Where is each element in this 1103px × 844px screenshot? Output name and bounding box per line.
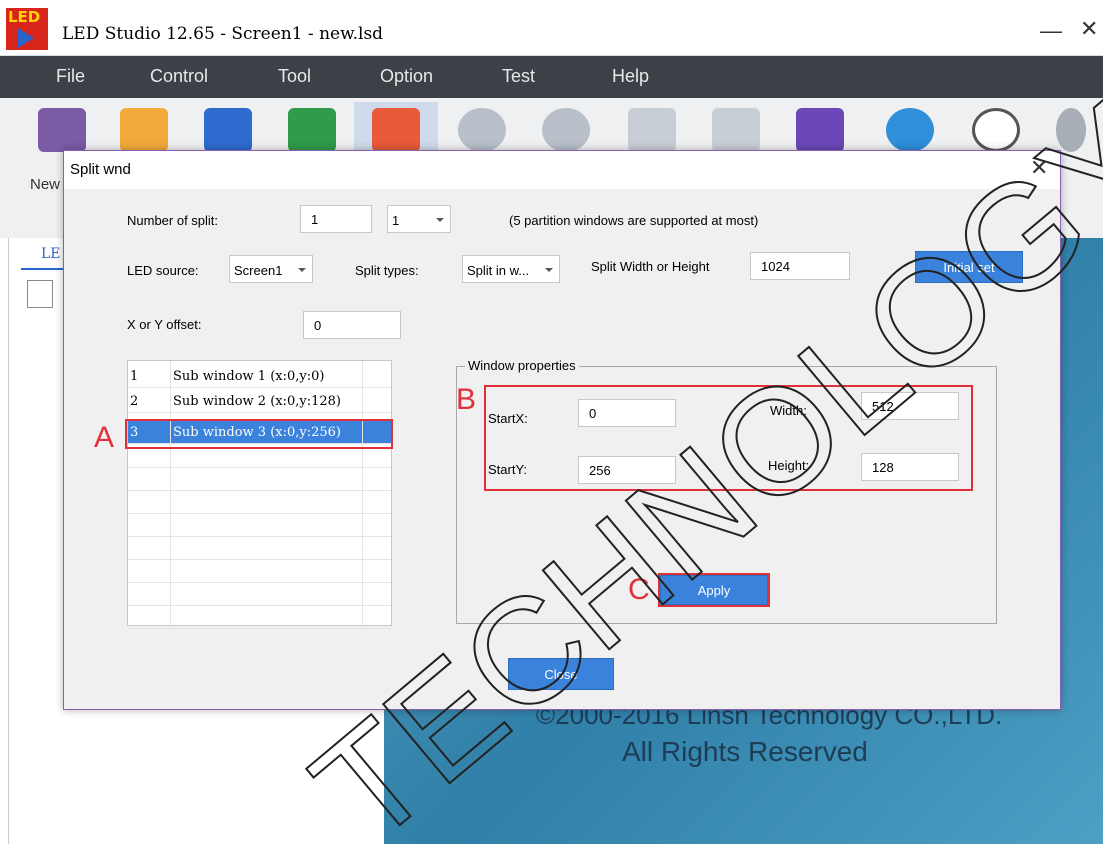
cloud-icon[interactable] — [972, 108, 1020, 152]
menu-control[interactable]: Control — [150, 66, 208, 87]
window-title: LED Studio 12.65 - Screen1 - new.lsd — [62, 24, 384, 44]
edit-icon[interactable] — [372, 108, 420, 152]
list-item-empty — [128, 468, 391, 491]
list-item-number: 1 — [130, 369, 139, 384]
list-item-empty — [128, 491, 391, 514]
split-wh-field[interactable]: 1024 — [750, 252, 850, 280]
split-wh-label: Split Width or Height — [591, 259, 710, 274]
offset-label: X or Y offset: — [127, 317, 202, 332]
minimize-button[interactable]: — — [1040, 18, 1062, 44]
split-window-dialog: Split wnd ✕ Number of split: 1 1 (5 part… — [63, 150, 1061, 710]
open-icon[interactable] — [120, 108, 168, 152]
list-item-empty — [128, 537, 391, 560]
list-item-label: Sub window 2 (x:0,y:128) — [173, 394, 341, 409]
support-note: (5 partition windows are supported at mo… — [509, 213, 759, 228]
user-icon[interactable] — [1056, 108, 1086, 152]
left-tab[interactable]: LE — [41, 246, 61, 262]
app-logo-icon: LED — [6, 8, 48, 50]
list-item-empty — [128, 514, 391, 537]
play-icon[interactable] — [458, 108, 506, 152]
new-folder-icon[interactable] — [38, 108, 86, 152]
offset-field[interactable]: 0 — [303, 311, 401, 339]
close-window-button[interactable]: ✕ — [1080, 16, 1098, 42]
add-file-icon[interactable] — [27, 280, 53, 308]
dialog-title-bar: Split wnd ✕ — [64, 151, 1060, 189]
list-column-divider — [362, 361, 363, 625]
annotation-label-a: A — [94, 421, 115, 454]
window-icon[interactable] — [288, 108, 336, 152]
sub-window-list[interactable]: 1 Sub window 1 (x:0,y:0) 2 Sub window 2 … — [127, 360, 392, 629]
menu-help[interactable]: Help — [612, 66, 649, 87]
number-of-split-combo-value: 1 — [392, 213, 400, 228]
menu-option[interactable]: Option — [380, 66, 433, 87]
annotation-box-b — [484, 385, 973, 491]
list-item-empty — [128, 606, 391, 629]
led-source-label: LED source: — [127, 263, 199, 278]
list-column-divider — [170, 361, 171, 625]
number-of-split-field[interactable]: 1 — [300, 205, 372, 233]
initial-set-button[interactable]: Initial set — [915, 251, 1023, 283]
dialog-title: Split wnd — [70, 161, 131, 178]
led-source-combo[interactable]: Screen1 — [229, 255, 313, 283]
annotation-box-a — [125, 419, 393, 449]
split-types-value: Split in w... — [467, 263, 530, 278]
annotation-label-c: C — [628, 573, 650, 606]
new-label: New — [30, 176, 61, 193]
list-item-empty — [128, 583, 391, 606]
led-source-value: Screen1 — [234, 263, 283, 278]
menu-bar: File Control Tool Option Test Help — [0, 56, 1103, 98]
play-glyph — [18, 28, 34, 48]
menu-file[interactable]: File — [56, 66, 85, 87]
save-icon[interactable] — [204, 108, 252, 152]
screen-icon[interactable] — [886, 108, 934, 152]
chevron-down-icon — [298, 268, 306, 272]
dialog-close-button[interactable]: ✕ — [1030, 155, 1048, 181]
list-item-number: 2 — [130, 394, 139, 409]
list-item-empty — [128, 560, 391, 583]
list-item[interactable]: 1 Sub window 1 (x:0,y:0) — [128, 365, 391, 388]
chevron-down-icon — [545, 268, 553, 272]
menu-test[interactable]: Test — [502, 66, 535, 87]
pause-icon[interactable] — [542, 108, 590, 152]
app-logo-text: LED — [8, 8, 41, 26]
close-button[interactable]: Close — [508, 658, 614, 690]
list-item-label: Sub window 1 (x:0,y:0) — [173, 369, 325, 384]
stop-icon[interactable] — [628, 108, 676, 152]
split-types-combo[interactable]: Split in w... — [462, 255, 560, 283]
list-item[interactable]: 2 Sub window 2 (x:0,y:128) — [128, 390, 391, 413]
square-icon[interactable] — [712, 108, 760, 152]
window-properties-legend: Window properties — [465, 358, 579, 373]
title-bar: LED LED Studio 12.65 - Screen1 - new.lsd… — [0, 0, 1103, 56]
split-icon[interactable] — [796, 108, 844, 152]
rights-text: All Rights Reserved — [622, 736, 868, 767]
split-types-label: Split types: — [355, 263, 419, 278]
chevron-down-icon — [436, 218, 444, 222]
annotation-box-c — [658, 573, 770, 607]
number-of-split-label: Number of split: — [127, 213, 219, 228]
annotation-label-b: B — [456, 383, 477, 416]
menu-tool[interactable]: Tool — [278, 66, 311, 87]
number-of-split-combo[interactable]: 1 — [387, 205, 451, 233]
